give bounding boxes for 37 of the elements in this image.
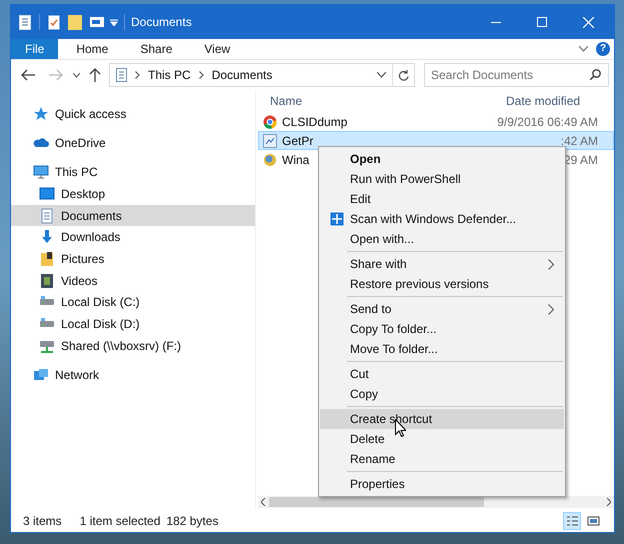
menu-label: Move To folder... [350,341,438,358]
menu-label: Create shortcut [350,411,432,428]
item-count: 3 items [23,513,62,530]
nav-label: Quick access [55,106,126,123]
menu-label: Properties [350,476,405,493]
nav-label: OneDrive [55,135,106,152]
menu-label: Copy [350,386,378,403]
nav-label: Local Disk (C:) [61,294,140,312]
menu-label: Scan with Windows Defender... [350,211,516,228]
selection-size: 182 bytes [166,513,218,530]
menu-label: Open with... [350,231,414,248]
menu-label: Copy To folder... [350,321,436,338]
nav-label: Local Disk (D:) [61,316,140,333]
selection-status: 1 item selected [80,513,160,530]
nav-label: Documents [61,208,122,225]
nav-label: This PC [55,164,98,181]
nav-label: Downloads [61,229,120,246]
nav-label: Pictures [61,250,104,268]
file-date: :42 AM [560,132,599,150]
file-name: CLSIDdump [282,114,348,130]
menu-label: Run with PowerShell [350,171,461,188]
menu-label: Restore previous versions [350,276,489,293]
nav-label: Network [55,366,100,384]
nav-label: Shared (\\vboxsrv) (F:) [61,338,182,355]
menu-label: Send to [350,301,392,318]
window-title: Documents [131,14,192,31]
file-name: GetPr [282,132,314,150]
menu-label: Cut [350,366,369,383]
nav-label: Videos [61,272,98,290]
file-date: 9/9/2016 06:49 AM [497,114,599,130]
menu-label: Open [350,151,381,168]
file-name: Wina [282,152,310,168]
menu-label: Delete [350,431,385,448]
menu-label: Share with [350,256,407,273]
menu-label: Rename [350,451,396,468]
menu-label: Edit [350,191,371,208]
nav-label: Desktop [61,186,106,203]
